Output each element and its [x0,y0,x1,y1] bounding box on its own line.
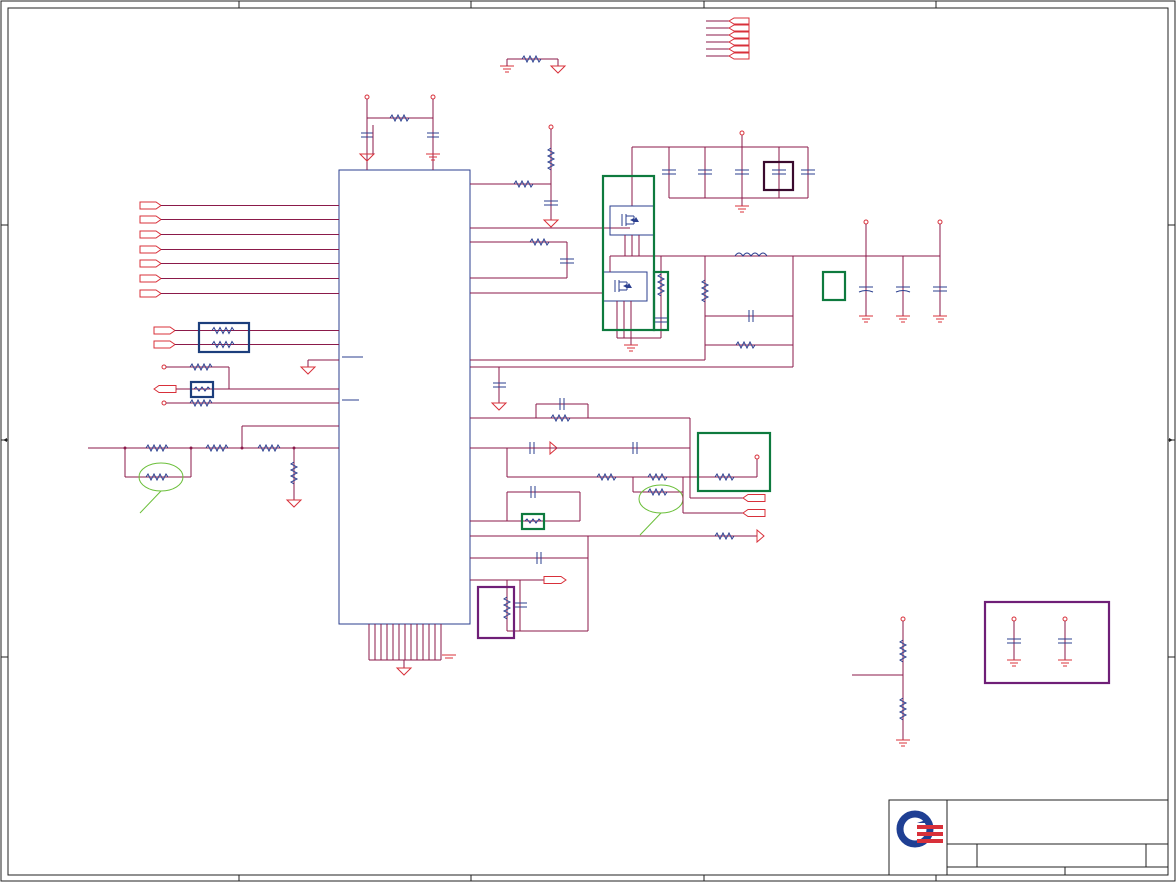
voltage-divider [852,616,910,747]
bypass-caps-box [983,600,1111,685]
company-logo [896,810,943,848]
schematic-sheet [0,0,1176,882]
mosfet-power-stage [601,130,947,367]
top-misc [500,17,750,74]
main-ic [338,169,471,625]
left-signal-ports [88,201,339,514]
connector-header [706,17,750,60]
bottom-ground-pins [368,624,456,676]
drawing-frame [0,0,1176,882]
top-decoupling [358,94,440,170]
title-block [888,799,1169,876]
